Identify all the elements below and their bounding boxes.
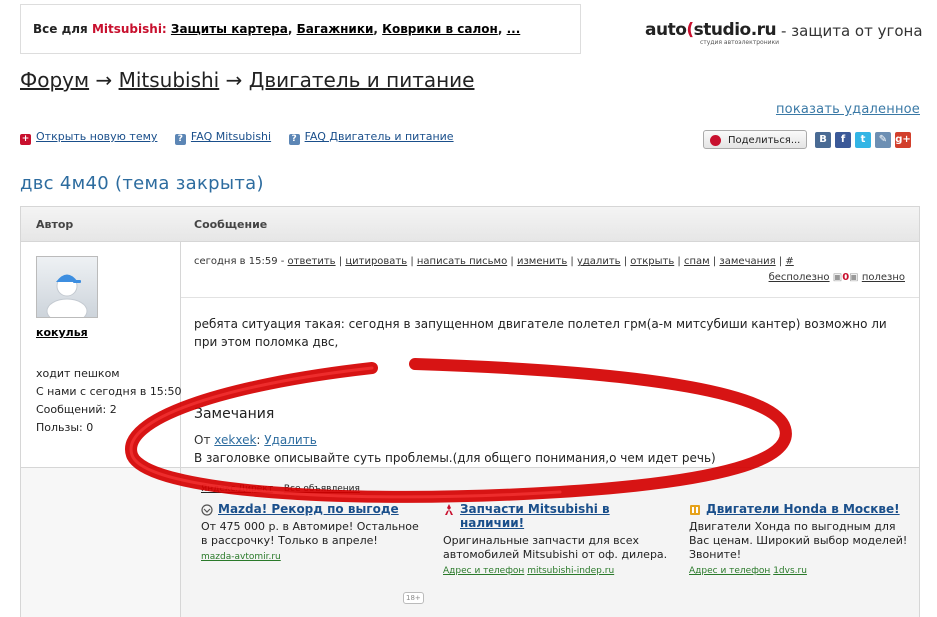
reply-link[interactable]: ответить xyxy=(288,256,336,267)
mitsubishi-logo-icon xyxy=(443,504,455,516)
remarks-from-label: От xyxy=(194,433,211,447)
age-label: 18+ xyxy=(403,592,424,604)
logo-part2: studio.ru xyxy=(693,20,777,40)
remarks-delete-link[interactable]: Удалить xyxy=(264,433,317,447)
ad-body: Оригинальные запчасти для всех автомобил… xyxy=(443,534,668,561)
post-author-name[interactable]: кокулья xyxy=(36,326,88,339)
ad-item: Двигатели Honda в Москве! Двигатели Хонд… xyxy=(689,502,914,576)
yandex-direct-link[interactable]: Яндекс.Директ xyxy=(201,484,273,494)
livejournal-icon[interactable]: ✎ xyxy=(875,132,891,148)
ads-header: Яндекс.Директ Все объявления xyxy=(201,484,368,494)
topic-title: двс 4м40 (тема закрыта) xyxy=(20,173,264,194)
author-useful: Пользы: 0 xyxy=(36,421,94,434)
author-info: ходит пешком С нами с сегодня в 15:50 Со… xyxy=(36,365,182,437)
ad-contact-link[interactable]: Адрес и телефон xyxy=(689,566,770,576)
user-avatar-icon xyxy=(46,274,88,324)
tagline: - защита от угона xyxy=(781,22,923,40)
help-icon: ? xyxy=(288,134,300,145)
breadcrumb-forum[interactable]: Форум xyxy=(20,68,89,92)
ad-body: Двигатели Хонда по выгодным для Вас цена… xyxy=(689,520,908,561)
facebook-icon[interactable]: f xyxy=(835,132,851,148)
share-label: Поделиться... xyxy=(728,135,801,146)
faq-section-link[interactable]: FAQ Двигатель и питание xyxy=(305,130,454,143)
remarks-heading: Замечания xyxy=(194,406,275,422)
breadcrumb-separator: → xyxy=(225,68,243,92)
ad-domain[interactable]: mazda-avtomir.ru xyxy=(201,552,281,562)
write-letter-link[interactable]: написать письмо xyxy=(417,256,507,267)
share-icon xyxy=(710,135,721,146)
useless-link[interactable]: бесполезно xyxy=(769,272,830,283)
breadcrumb-mitsubishi[interactable]: Mitsubishi xyxy=(119,68,220,92)
banner-link-mats[interactable]: Коврики в салон xyxy=(382,22,498,36)
remarks-text: В заголовке описывайте суть проблемы.(дл… xyxy=(194,451,716,465)
ad-item: Mazda! Рекорд по выгоде От 475 000 р. в … xyxy=(201,502,426,562)
logo-part1: auto xyxy=(645,20,687,40)
remarks-author: От xekxek: Удалить xyxy=(194,433,317,447)
thumbs-down-icon[interactable]: ▣ xyxy=(833,272,842,283)
breadcrumb-separator: → xyxy=(95,68,113,92)
header-author: Автор xyxy=(36,218,74,231)
delete-link[interactable]: удалить xyxy=(577,256,621,267)
top-banner: Все для Mitsubishi: Защиты картера, Бага… xyxy=(20,4,581,54)
remarks-author-link[interactable]: xekxek xyxy=(214,433,256,447)
breadcrumb-engine[interactable]: Двигатель и питание xyxy=(249,68,475,92)
edit-link[interactable]: изменить xyxy=(517,256,567,267)
banner-brand: Mitsubishi: xyxy=(91,22,167,36)
all-ads-link[interactable]: Все объявления xyxy=(284,484,360,494)
help-icon: ? xyxy=(174,134,186,145)
banner-link-roof-racks[interactable]: Багажники xyxy=(297,22,374,36)
post-body: ребята ситуация такая: сегодня в запущен… xyxy=(194,317,887,349)
show-deleted-link[interactable]: показать удаленное xyxy=(776,102,920,117)
banner-prefix: Все для xyxy=(33,22,92,36)
post-time: сегодня в 15:59 xyxy=(194,256,278,267)
logo-subtitle: студия автоэлектроники xyxy=(700,39,780,46)
vkontakte-icon[interactable]: B xyxy=(815,132,831,148)
mazda-logo-icon xyxy=(201,504,213,516)
author-status: ходит пешком xyxy=(36,367,120,380)
share-button[interactable]: Поделиться... xyxy=(703,130,807,149)
autostudio-logo[interactable]: auto(studio.ru студия автоэлектроники xyxy=(645,20,780,46)
banner-link-crankcase[interactable]: Защиты картера xyxy=(171,22,288,36)
ad-domain[interactable]: 1dvs.ru xyxy=(773,566,807,576)
ad-title-link[interactable]: Mazda! Рекорд по выгоде xyxy=(218,502,399,516)
google-plus-icon[interactable]: g+ xyxy=(895,132,911,148)
avatar[interactable] xyxy=(36,256,98,324)
remarks-link[interactable]: замечания xyxy=(719,256,775,267)
twitter-icon[interactable]: t xyxy=(855,132,871,148)
quote-link[interactable]: цитировать xyxy=(345,256,407,267)
ad-title-link[interactable]: Запчасти Mitsubishi в наличии! xyxy=(460,502,668,530)
useful-link[interactable]: полезно xyxy=(862,272,905,283)
permalink-link[interactable]: # xyxy=(785,256,793,267)
post-table: Автор Сообщение кокулья ходит пешком С н… xyxy=(20,206,920,617)
new-topic-link[interactable]: Открыть новую тему xyxy=(36,130,157,143)
table-header: Автор Сообщение xyxy=(21,207,919,242)
plus-icon: + xyxy=(20,134,31,145)
post-actions: сегодня в 15:59 - ответить | цитировать … xyxy=(194,256,794,267)
header-message: Сообщение xyxy=(194,218,268,231)
banner-link-more[interactable]: ... xyxy=(507,22,521,36)
spam-link[interactable]: спам xyxy=(684,256,710,267)
ad-item: Запчасти Mitsubishi в наличии! Оригиналь… xyxy=(443,502,668,576)
ad-body: От 475 000 р. в Автомире! Остальное в ра… xyxy=(201,520,419,547)
ad-domain[interactable]: mitsubishi-indep.ru xyxy=(527,566,614,576)
topic-toolbar: + Открыть новую тему ? FAQ Mitsubishi ? FAQ… xyxy=(20,130,468,145)
thumbs-up-icon[interactable]: ▣ xyxy=(849,272,858,283)
breadcrumb: Форум → Mitsubishi → Двигатель и питание xyxy=(20,68,474,92)
open-link[interactable]: открыть xyxy=(630,256,674,267)
author-post-count: Сообщений: 2 xyxy=(36,403,117,416)
ad-contact-link[interactable]: Адрес и телефон xyxy=(443,566,524,576)
author-since: С нами с сегодня в 15:50 xyxy=(36,385,182,398)
ads-block: Яндекс.Директ Все объявления Mazda! Реко… xyxy=(181,468,919,617)
ad-title-link[interactable]: Двигатели Honda в Москве! xyxy=(706,502,900,516)
post-rating: бесполезно ▣0▣ полезно xyxy=(769,272,905,283)
honda-logo-icon xyxy=(689,504,701,516)
faq-brand-link[interactable]: FAQ Mitsubishi xyxy=(191,130,271,143)
